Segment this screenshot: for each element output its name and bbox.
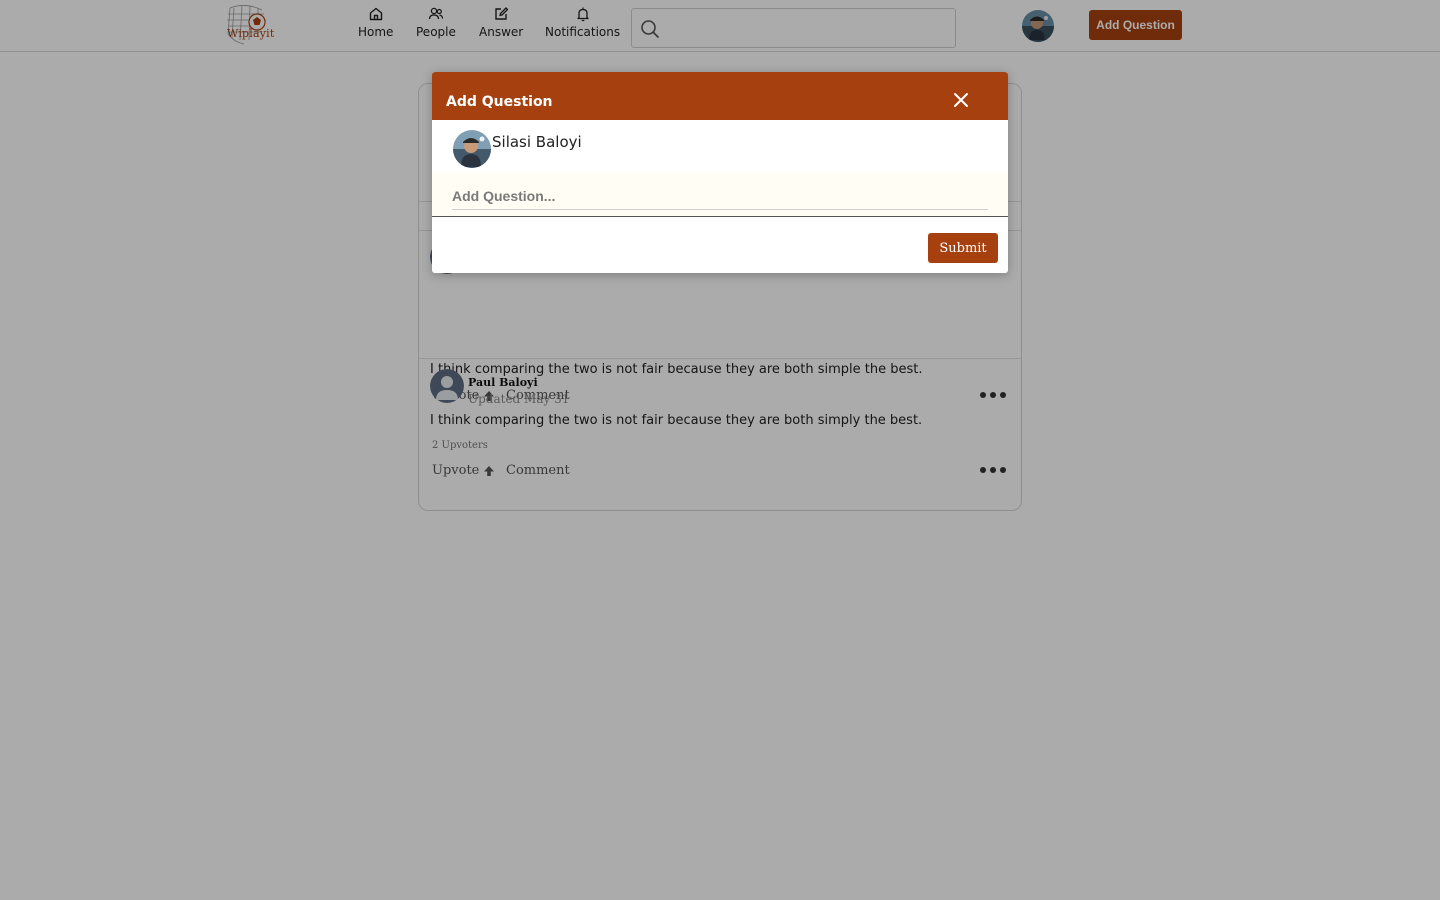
close-icon[interactable]: [951, 90, 971, 110]
question-input[interactable]: [452, 182, 988, 210]
submit-button[interactable]: Submit: [928, 233, 998, 263]
add-question-modal: Add Question Silasi Baloyi Submit: [432, 72, 1008, 273]
modal-user-name: Silasi Baloyi: [492, 133, 582, 151]
modal-header: Add Question: [432, 72, 1008, 120]
avatar: [453, 130, 491, 168]
modal-title: Add Question: [446, 94, 553, 110]
